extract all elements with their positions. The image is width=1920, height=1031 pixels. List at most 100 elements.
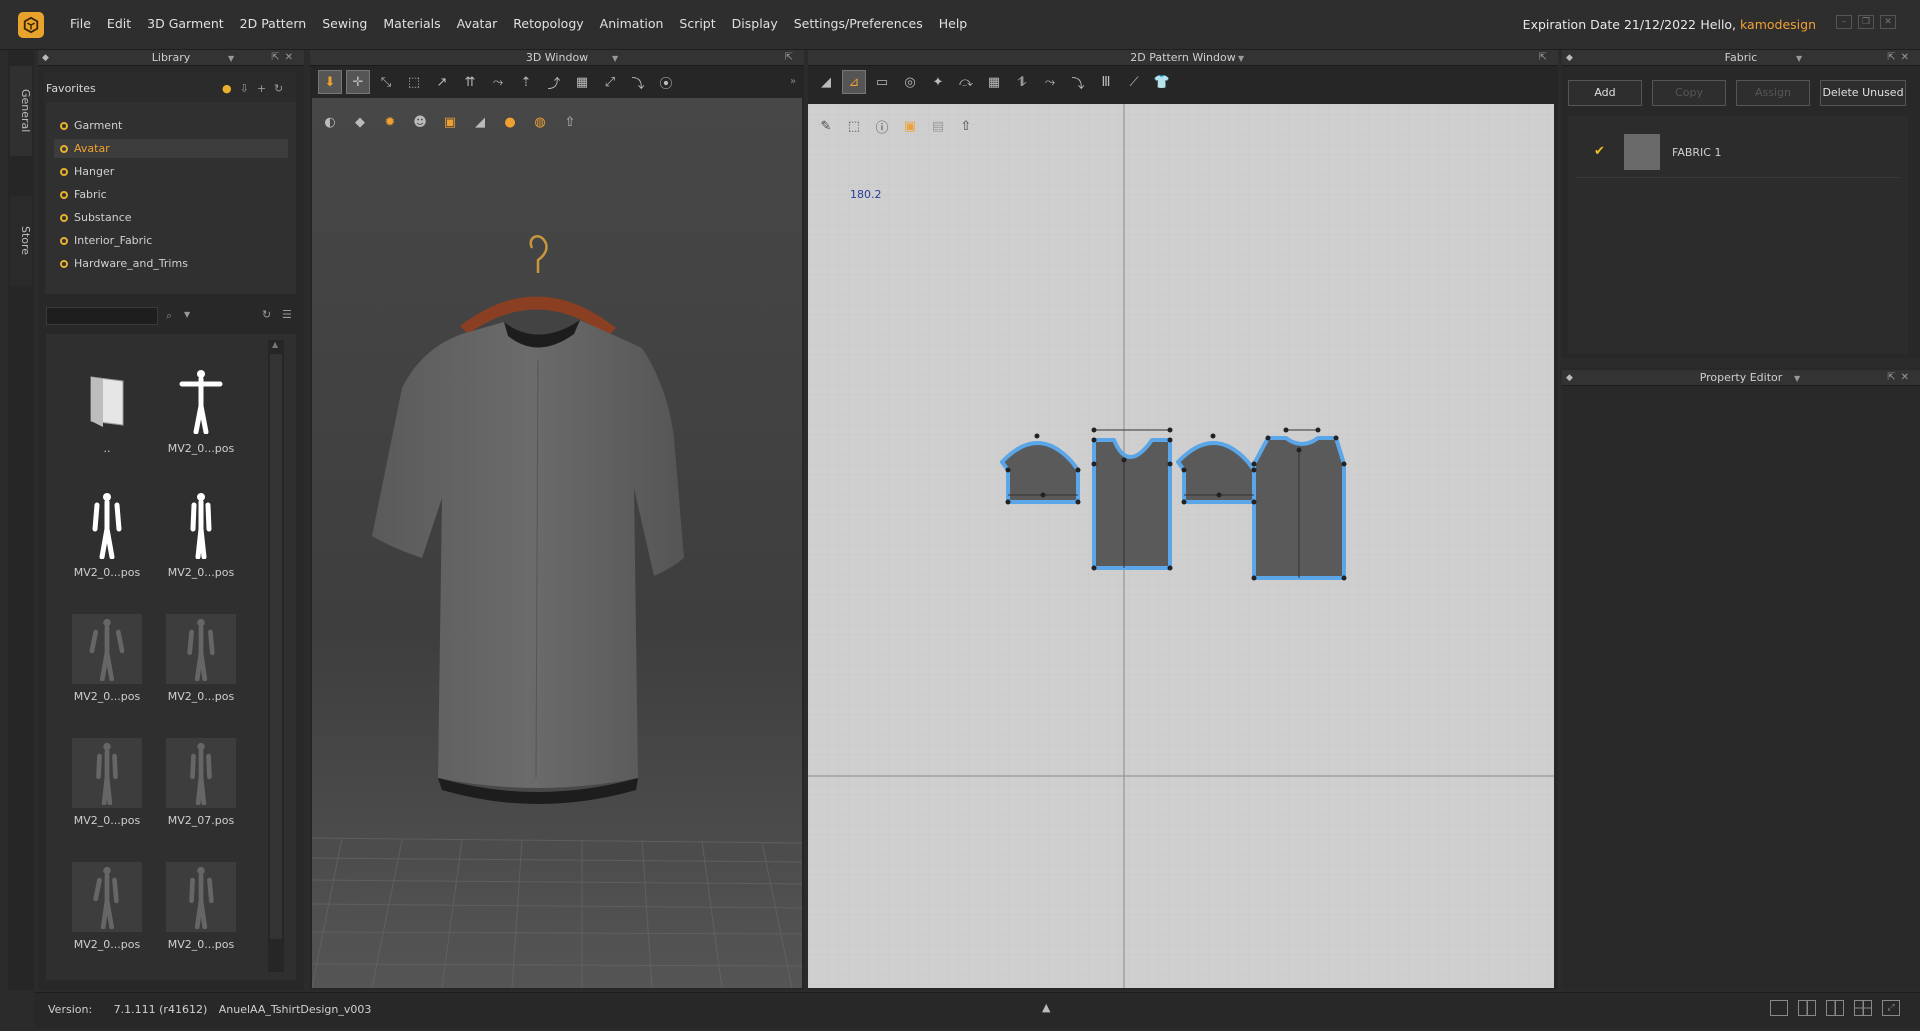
menu-display[interactable]: Display <box>724 16 786 31</box>
menu-edit[interactable]: Edit <box>99 16 139 31</box>
file-item[interactable]: MV2_0...pos <box>72 738 142 827</box>
arrangement-tool-icon[interactable]: ⇈ <box>458 70 482 94</box>
favorite-interior-fabric[interactable]: Interior_Fabric <box>54 231 288 250</box>
grid-tool-icon[interactable]: ▦ <box>570 70 594 94</box>
refresh-icon[interactable]: ↻ <box>274 82 283 95</box>
tab-store[interactable]: Store <box>10 196 32 286</box>
file-item[interactable]: MV2_0...pos <box>166 862 236 951</box>
menu-animation[interactable]: Animation <box>592 16 672 31</box>
expand-up-icon[interactable]: ▲ <box>1042 1001 1050 1014</box>
favorite-fabric[interactable]: Fabric <box>54 185 288 204</box>
favorite-hanger[interactable]: Hanger <box>54 162 288 181</box>
chevron-down-icon[interactable]: ▼ <box>1794 371 1800 387</box>
panel-float-close-icons[interactable]: ⇱✕ <box>1887 50 1914 66</box>
tack-tool-icon[interactable]: ⇡ <box>514 70 538 94</box>
tab-general[interactable]: General <box>10 66 32 156</box>
pin-tool-icon[interactable]: ↗ <box>430 70 454 94</box>
layout-three-icon[interactable] <box>1826 1000 1844 1016</box>
scroll-up-icon[interactable]: ▲ <box>272 340 278 349</box>
scroll-thumb[interactable] <box>270 354 282 939</box>
menu-script[interactable]: Script <box>671 16 723 31</box>
add-icon[interactable]: + <box>257 82 266 95</box>
measure-tool-icon[interactable]: ⤴ <box>542 70 566 94</box>
library-search-input[interactable] <box>46 307 158 325</box>
close-icon[interactable]: ✕ <box>1880 15 1896 29</box>
chevron-down-icon[interactable]: ▼ <box>1796 51 1802 67</box>
line-tool-icon[interactable]: ⤢ <box>598 70 622 94</box>
menu-file[interactable]: File <box>62 16 99 31</box>
layout-split-icon[interactable] <box>1798 1000 1816 1016</box>
menu-help[interactable]: Help <box>931 16 976 31</box>
favorite-hardware-trims[interactable]: Hardware_and_Trims <box>54 254 288 273</box>
file-item[interactable]: MV2_0...pos <box>72 862 142 951</box>
curve-point-icon[interactable]: ⤼ <box>954 70 978 94</box>
chevron-down-icon[interactable]: ▼ <box>1238 51 1244 67</box>
fabric-assign-button[interactable]: Assign <box>1736 80 1810 106</box>
library-scrollbar[interactable]: ▲ <box>268 340 284 972</box>
tshirt-icon[interactable]: 👕 <box>1150 70 1174 94</box>
search-icon[interactable]: ⌕ <box>166 309 172 323</box>
rectangle-icon[interactable]: ▭ <box>870 70 894 94</box>
favorite-dot-icon[interactable]: ● <box>222 82 232 95</box>
circle-icon[interactable]: ◎ <box>898 70 922 94</box>
fold-arrangement-icon[interactable]: ⥮ <box>1010 70 1034 94</box>
menu-avatar[interactable]: Avatar <box>449 16 506 31</box>
panel-collapse-icon[interactable]: ◆ <box>1566 50 1573 66</box>
viewport-3d[interactable]: ◐ ◆ ✹ ☻ ▣ ◢ ● ◍ ⇧ <box>312 98 802 988</box>
menu-3d-garment[interactable]: 3D Garment <box>139 16 232 31</box>
favorite-garment[interactable]: Garment <box>54 116 288 135</box>
segment-sewing-icon[interactable]: ⤳ <box>1038 70 1062 94</box>
chevron-down-icon[interactable]: ▼ <box>184 310 190 319</box>
select-mesh-tool-icon[interactable]: ✛ <box>346 70 370 94</box>
file-parent-folder[interactable]: .. <box>72 366 142 455</box>
avatar-measure-icon[interactable]: ⤵ <box>626 70 650 94</box>
menu-materials[interactable]: Materials <box>375 16 448 31</box>
panel-float-icon[interactable]: ⇱ <box>1539 50 1552 66</box>
list-view-icon[interactable]: ☰ <box>282 308 292 321</box>
panel-float-close-icons[interactable]: ⇱✕ <box>1887 370 1914 386</box>
viewport-2d[interactable]: ✎ ⬚ ⓘ ▣ ▤ ⇧ <box>808 104 1554 988</box>
menu-retopology[interactable]: Retopology <box>505 16 591 31</box>
file-item[interactable]: MV2_0...pos <box>166 366 236 455</box>
select-move-tool-icon[interactable]: ⬇ <box>318 70 342 94</box>
file-item[interactable]: MV2_0...pos <box>166 614 236 703</box>
fabric-delete-unused-button[interactable]: Delete Unused <box>1820 80 1906 106</box>
file-item[interactable]: MV2_0...pos <box>166 490 236 579</box>
fold-tool-icon[interactable]: ⤡ <box>374 70 398 94</box>
fabric-copy-button[interactable]: Copy <box>1652 80 1726 106</box>
point-tool-icon[interactable]: ⦿ <box>654 70 678 94</box>
file-item[interactable]: MV2_0...pos <box>72 490 142 579</box>
favorite-avatar[interactable]: Avatar <box>54 139 288 158</box>
topstitch-icon[interactable]: ⟋ <box>1122 70 1146 94</box>
chevron-down-icon[interactable]: ▼ <box>228 51 234 67</box>
layout-quad-icon[interactable] <box>1854 1000 1872 1016</box>
file-item[interactable]: MV2_0...pos <box>72 614 142 703</box>
fabric-add-button[interactable]: Add <box>1568 80 1642 106</box>
menu-settings[interactable]: Settings/Preferences <box>786 16 931 31</box>
panel-float-close-icons[interactable]: ⇱✕ <box>271 50 298 66</box>
menu-2d-pattern[interactable]: 2D Pattern <box>232 16 315 31</box>
panel-float-icon[interactable]: ⇱ <box>785 50 798 66</box>
sew-tool-icon[interactable]: ⤳ <box>486 70 510 94</box>
internal-grid-icon[interactable]: ▦ <box>982 70 1006 94</box>
minimize-icon[interactable]: – <box>1836 15 1852 29</box>
panel-collapse-icon[interactable]: ◆ <box>42 50 49 66</box>
restore-icon[interactable]: ❐ <box>1858 15 1874 29</box>
refresh-icon[interactable]: ↻ <box>262 308 271 321</box>
expand-toolbar-icon[interactable]: » <box>790 76 796 87</box>
free-sewing-icon[interactable]: ⤵ <box>1066 70 1090 94</box>
fabric-list-item[interactable]: ✔ FABRIC 1 <box>1576 132 1900 178</box>
dart-icon[interactable]: ✦ <box>926 70 950 94</box>
panel-collapse-icon[interactable]: ◆ <box>1566 370 1573 386</box>
transform-pattern-icon[interactable]: ◢ <box>814 70 838 94</box>
fullscreen-icon[interactable]: ⤢ <box>1882 1000 1900 1016</box>
elastic-icon[interactable]: Ⅲ <box>1094 70 1118 94</box>
favorite-substance[interactable]: Substance <box>54 208 288 227</box>
menu-sewing[interactable]: Sewing <box>314 16 375 31</box>
chevron-down-icon[interactable]: ▼ <box>612 51 618 67</box>
layout-single-icon[interactable] <box>1770 1000 1788 1016</box>
edit-pattern-icon[interactable]: ⊿ <box>842 70 866 94</box>
garment-tool-icon[interactable]: ⬚ <box>402 70 426 94</box>
file-item[interactable]: MV2_07.pos <box>166 738 236 827</box>
username-link[interactable]: kamodesign <box>1740 17 1816 32</box>
